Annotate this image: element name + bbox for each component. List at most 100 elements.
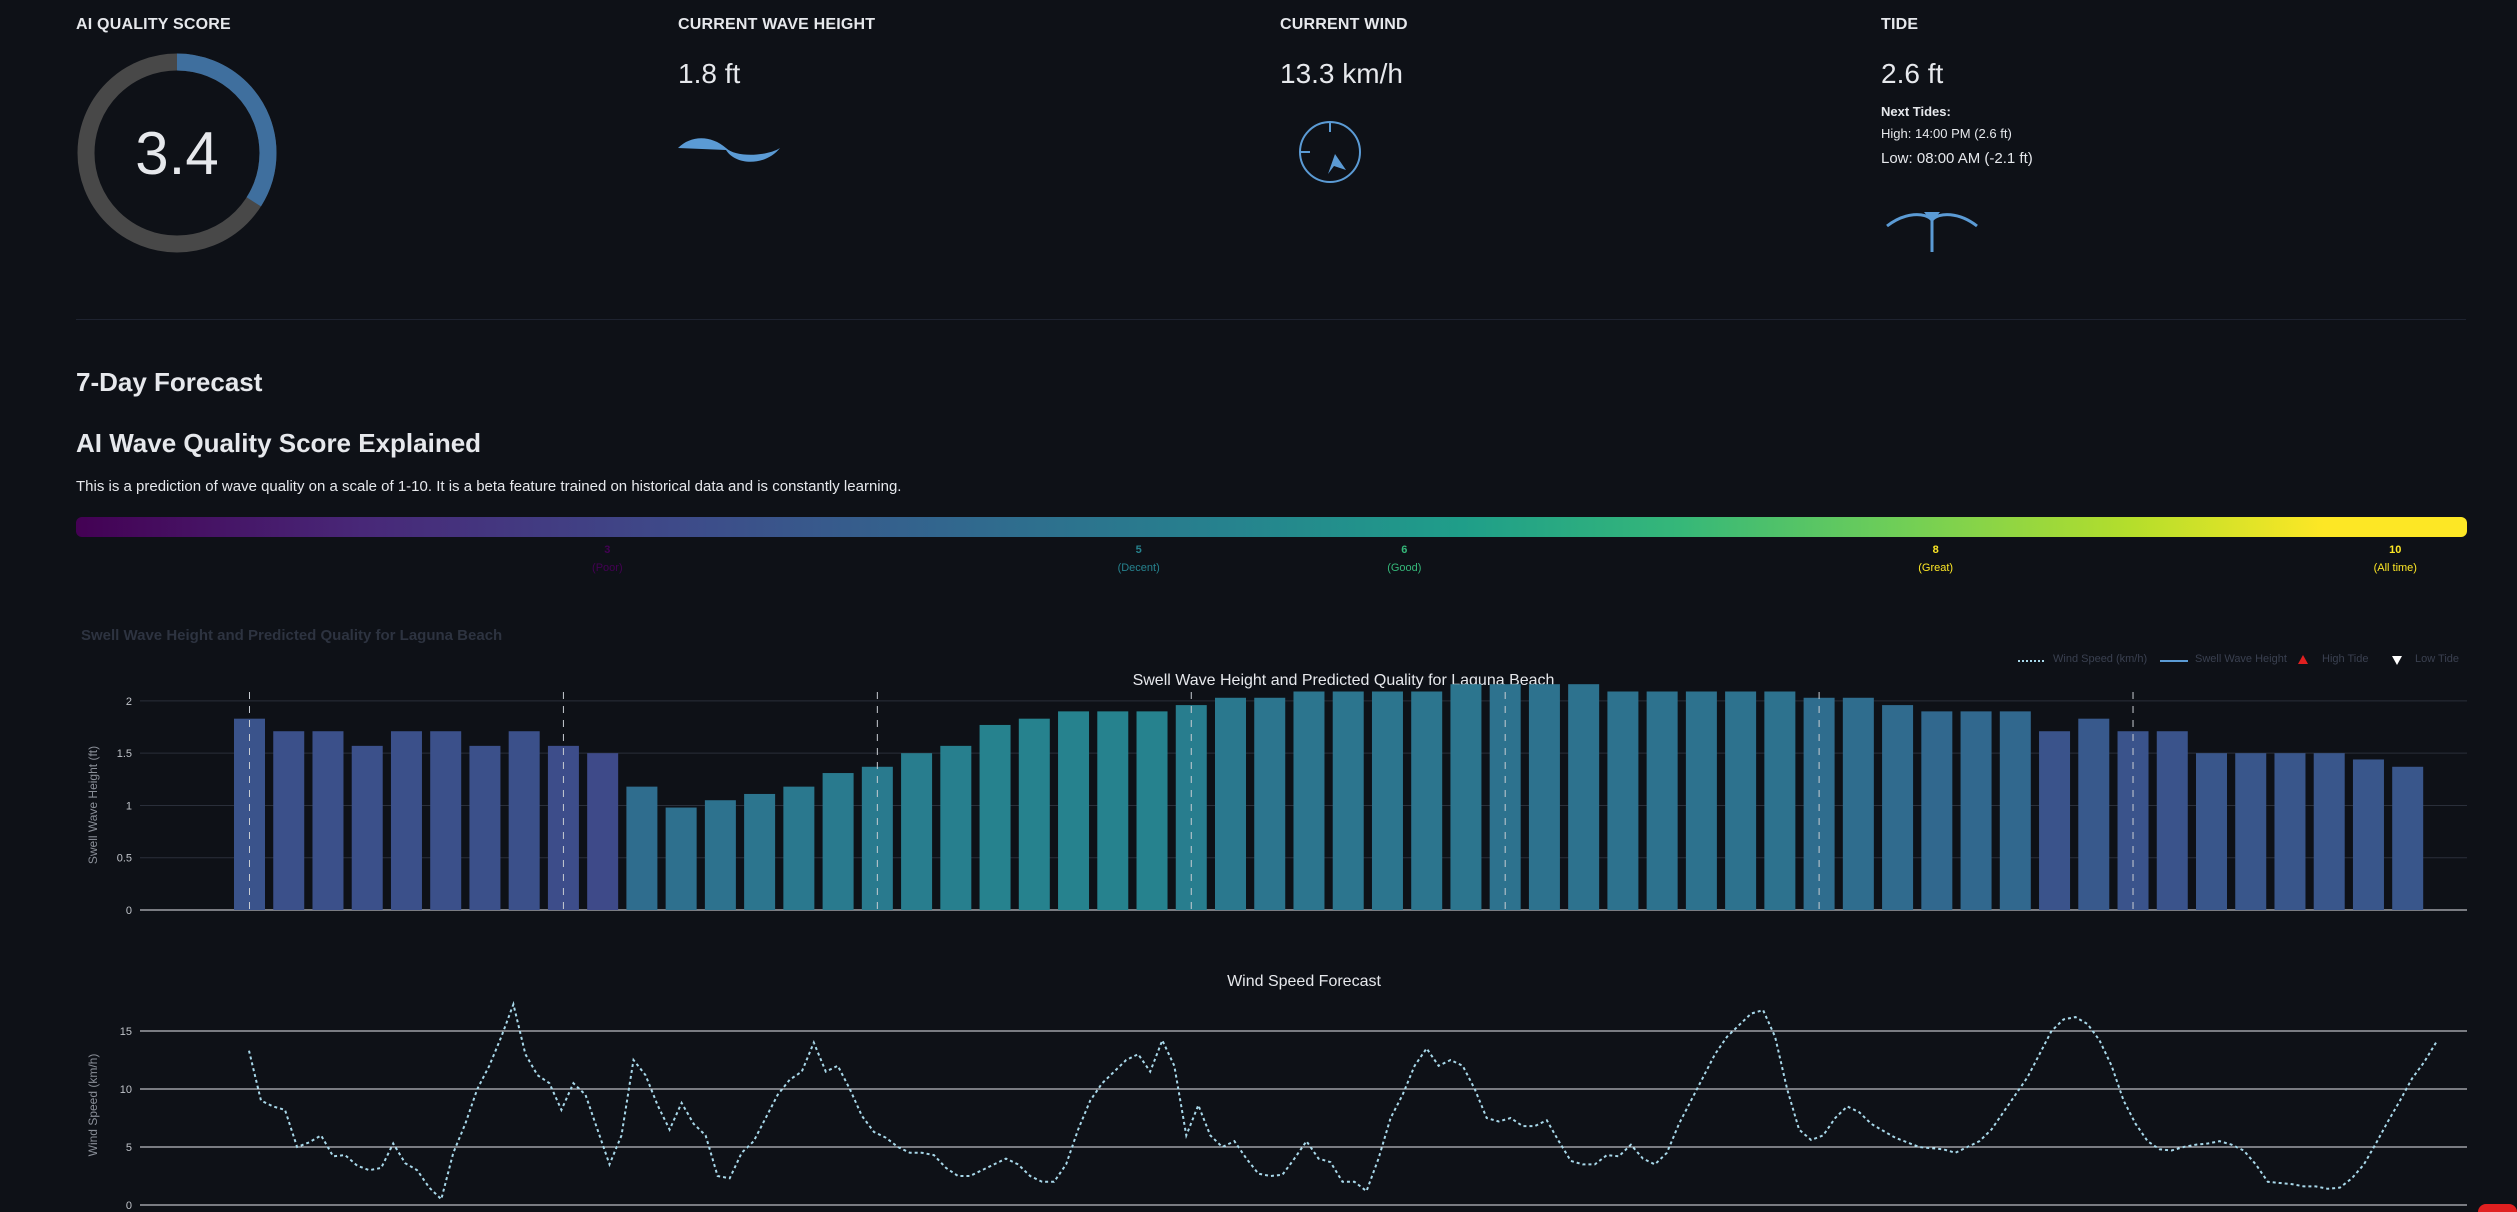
wave-bar <box>2156 731 2188 910</box>
wave-bar <box>1489 684 1521 910</box>
wind-value: 13.3 km/h <box>1280 58 1403 89</box>
wave-bar <box>2078 718 2110 910</box>
legend-high-tide-label: High Tide <box>2322 653 2369 665</box>
scale-tick-number: 6 <box>1401 544 1408 556</box>
quality-label: AI QUALITY SCORE <box>76 16 231 33</box>
wave-bar <box>1018 718 1050 910</box>
scale-tick-number: 10 <box>2389 544 2402 556</box>
wave-bar <box>1725 691 1757 910</box>
wave-bar <box>273 731 305 910</box>
wave-bar <box>783 786 815 910</box>
forecast-heading: 7-Day Forecast <box>76 367 263 397</box>
scale-tick-0: 3 (Poor) <box>532 541 682 577</box>
wave-bar <box>587 753 619 910</box>
wave-bar <box>1607 691 1639 910</box>
legend-high-tide-icon <box>2298 655 2308 664</box>
wave-bar <box>547 745 579 910</box>
wind-y-tick: 0 <box>126 1200 132 1212</box>
scale-tick-4: 10 (All time) <box>2320 541 2470 577</box>
legend-wave-label: Swell Wave Height <box>2195 653 2287 665</box>
wave-bar <box>2313 753 2345 910</box>
wave-bar <box>861 766 893 910</box>
scale-tick-label: (Poor) <box>592 562 623 574</box>
wind-chart-title: Wind Speed Forecast <box>1227 973 1381 990</box>
wave-bar <box>1528 684 1560 910</box>
wind-y-axis-title: Wind Speed (km/h) <box>86 1054 100 1157</box>
wind-compass-icon <box>1299 121 1361 183</box>
wind-label: CURRENT WIND <box>1280 16 1408 33</box>
wave-bar <box>1842 697 1874 910</box>
wave-bar <box>1960 711 1992 910</box>
explainer-description: This is a prediction of wave quality on … <box>76 478 902 495</box>
wave-bar <box>2196 753 2227 910</box>
legend-wind-swatch <box>2018 660 2046 662</box>
wind-y-tick: 10 <box>120 1084 132 1096</box>
wave-bar <box>1999 711 2031 910</box>
scale-tick-label: (Good) <box>1387 562 1422 574</box>
legend-wave-swatch <box>2160 660 2188 662</box>
wave-bar <box>1058 711 1090 910</box>
scale-tick-1: 5 (Decent) <box>1064 541 1214 577</box>
wave-bar <box>744 793 776 910</box>
wave-y-tick: 0.5 <box>117 853 132 865</box>
wave-bar <box>2235 753 2267 910</box>
wave-bar <box>1882 705 1914 910</box>
explainer-heading: AI Wave Quality Score Explained <box>76 428 482 458</box>
wave-bar <box>390 731 422 910</box>
wave-value: 1.8 ft <box>678 58 741 89</box>
wave-bar <box>430 731 462 910</box>
wave-bar <box>2039 731 2071 910</box>
wave-bar <box>1136 711 1168 910</box>
tide-label: TIDE <box>1881 16 1919 33</box>
scale-tick-label: (All time) <box>2373 562 2417 574</box>
quality-color-scale <box>76 517 2467 537</box>
wave-bar <box>1411 691 1443 910</box>
scale-tick-3: 8 (Great) <box>1861 541 2011 577</box>
legend-wind-label: Wind Speed (km/h) <box>2053 653 2148 665</box>
wave-bar <box>1646 691 1678 910</box>
wave-bar <box>1215 697 1246 910</box>
wave-bar <box>1568 684 1600 910</box>
wave-bar <box>2352 759 2384 910</box>
wave-bar <box>2117 731 2149 910</box>
section-divider <box>76 319 2466 320</box>
wave-bar <box>1254 697 1286 910</box>
wave-bar <box>1685 691 1717 910</box>
wave-height-chart: Swell Wave Height and Predicted Quality … <box>86 672 2467 917</box>
wave-bar <box>665 807 697 910</box>
wave-bar <box>2392 766 2424 910</box>
wave-y-tick: 1.5 <box>117 748 132 760</box>
wave-chart-title: Swell Wave Height and Predicted Quality … <box>1133 672 1555 689</box>
page-corner-indicator <box>2478 1204 2517 1212</box>
wave-bar <box>1921 711 1953 910</box>
wave-bar <box>1097 711 1129 910</box>
wave-label: CURRENT WAVE HEIGHT <box>678 16 876 33</box>
wave-bar <box>901 753 933 910</box>
quality-value: 3.4 <box>135 120 218 187</box>
wave-bar <box>234 718 265 910</box>
tide-value: 2.6 ft <box>1881 58 1944 89</box>
wind-speed-line <box>248 1000 2437 1202</box>
scale-tick-number: 5 <box>1135 544 1142 556</box>
wave-bar <box>704 800 736 910</box>
wave-bar <box>940 745 972 910</box>
next-low-tide: Low: 08:00 AM (-2.1 ft) <box>1881 150 2033 167</box>
scale-tick-label: (Decent) <box>1117 562 1160 574</box>
scale-tick-number: 8 <box>1932 544 1939 556</box>
wave-bar <box>351 745 383 910</box>
wave-bar <box>1371 691 1403 910</box>
wave-bar <box>508 731 540 910</box>
wind-y-tick: 15 <box>120 1026 132 1038</box>
quality-gauge: 3.4 <box>77 53 277 253</box>
next-tides-heading: Next Tides: <box>1881 104 1951 119</box>
wind-y-tick: 5 <box>126 1142 132 1154</box>
wave-bar <box>1764 691 1796 910</box>
wave-y-axis-title: Swell Wave Height (ft) <box>86 746 100 864</box>
wave-bar <box>2274 753 2306 910</box>
wave-icon <box>678 138 780 162</box>
wave-bar <box>1803 697 1835 910</box>
scale-tick-2: 6 (Good) <box>1329 541 1479 577</box>
legend-low-tide-label: Low Tide <box>2415 653 2460 665</box>
wave-bar <box>979 724 1011 910</box>
wave-bar <box>1332 691 1364 910</box>
